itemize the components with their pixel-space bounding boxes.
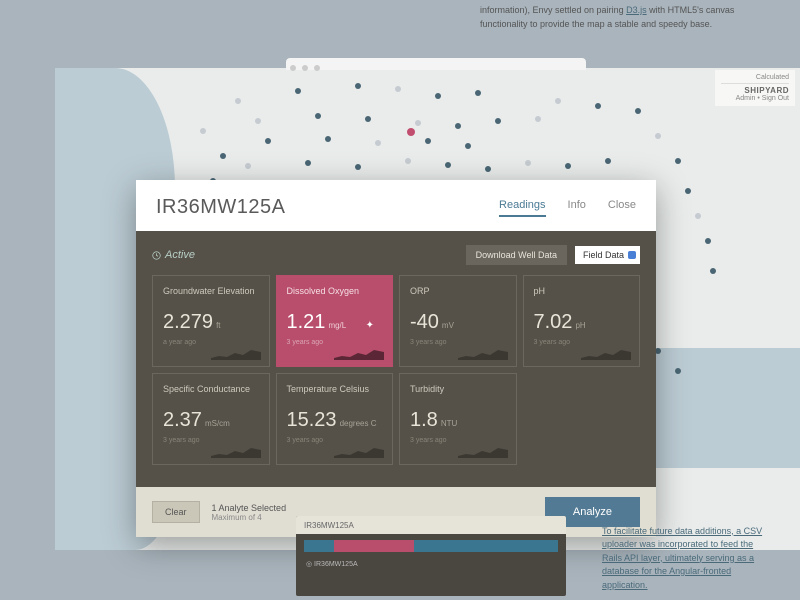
analyte-card[interactable]: Dissolved Oxygen 1.21mg/L 3 years ago ✦ bbox=[276, 275, 394, 367]
modal-header: IR36MW125A Readings Info Close bbox=[136, 180, 656, 231]
sparkline-icon bbox=[458, 346, 508, 360]
analyte-card[interactable]: Temperature Celsius 15.23degrees C 3 years… bbox=[276, 373, 394, 465]
mini-title: IR36MW125A bbox=[296, 516, 566, 534]
background-paragraph: information), Envy settled on pairing D3… bbox=[480, 4, 760, 31]
sparkline-icon bbox=[211, 444, 261, 458]
card-value: -40 bbox=[410, 311, 439, 333]
clear-button[interactable]: Clear bbox=[152, 501, 200, 523]
card-time: 3 years ago bbox=[534, 339, 630, 346]
sparkline-icon bbox=[334, 346, 384, 360]
card-title: Groundwater Elevation bbox=[163, 286, 259, 296]
card-time: 3 years ago bbox=[287, 339, 383, 346]
tab-close[interactable]: Close bbox=[608, 199, 636, 217]
field-data-select[interactable]: Field Data bbox=[575, 246, 640, 264]
card-value: 1.8 bbox=[410, 409, 438, 431]
card-title: Temperature Celsius bbox=[287, 384, 383, 394]
card-time: 3 years ago bbox=[410, 339, 506, 346]
modal-body: Active Download Well Data Field Data Gro… bbox=[136, 231, 656, 487]
status-badge: Active bbox=[152, 249, 195, 261]
sparkline-icon bbox=[581, 346, 631, 360]
card-time: 3 years ago bbox=[163, 437, 259, 444]
card-grid: Groundwater Elevation 2.279ft a year ago Di… bbox=[152, 275, 640, 465]
analyte-card[interactable]: Turbidity 1.8NTU 3 years ago bbox=[399, 373, 517, 465]
card-time: 3 years ago bbox=[287, 437, 383, 444]
card-unit: mS/cm bbox=[205, 419, 230, 428]
card-unit: ft bbox=[216, 321, 220, 330]
sparkline-icon bbox=[334, 444, 384, 458]
card-title: Turbidity bbox=[410, 384, 506, 394]
card-unit: mg/L bbox=[328, 321, 346, 330]
card-title: Specific Conductance bbox=[163, 384, 259, 394]
card-value: 15.23 bbox=[287, 409, 337, 431]
card-title: Dissolved Oxygen bbox=[287, 286, 383, 296]
mini-window: IR36MW125A ◎ IR36MW125A bbox=[296, 516, 566, 596]
card-value: 2.37 bbox=[163, 409, 202, 431]
card-unit: NTU bbox=[441, 419, 457, 428]
analyte-card[interactable]: Specific Conductance 2.37mS/cm 3 years ago bbox=[152, 373, 270, 465]
sparkline-icon bbox=[211, 346, 261, 360]
brand-label: SHIPYARD bbox=[744, 86, 789, 95]
analyte-card[interactable]: Groundwater Elevation 2.279ft a year ago bbox=[152, 275, 270, 367]
tab-info[interactable]: Info bbox=[568, 199, 586, 217]
cursor-icon: ✦ bbox=[366, 320, 374, 331]
top-right-header: Calculated SHIPYARD Admin • Sign Out bbox=[715, 70, 795, 106]
d3-link[interactable]: D3.js bbox=[626, 5, 647, 15]
angular-link[interactable]: Angular bbox=[669, 566, 700, 576]
admin-signout[interactable]: Admin • Sign Out bbox=[736, 95, 789, 102]
card-value: 2.279 bbox=[163, 311, 213, 333]
card-title: ORP bbox=[410, 286, 506, 296]
analyte-card[interactable]: pH7.02pH3 years ago bbox=[523, 275, 641, 367]
card-time: 3 years ago bbox=[410, 437, 506, 444]
card-unit: degrees C bbox=[340, 419, 377, 428]
browser-chrome bbox=[286, 58, 586, 70]
well-modal: IR36MW125A Readings Info Close Active Do… bbox=[136, 180, 656, 537]
card-unit: pH bbox=[575, 321, 585, 330]
modal-tabs: Readings Info Close bbox=[499, 199, 636, 217]
download-button[interactable]: Download Well Data bbox=[466, 245, 567, 265]
card-time: a year ago bbox=[163, 339, 259, 346]
tab-readings[interactable]: Readings bbox=[499, 199, 545, 217]
card-title: pH bbox=[534, 286, 630, 296]
selection-info: 1 Analyte Selected Maximum of 4 bbox=[212, 503, 287, 522]
card-value: 7.02 bbox=[534, 311, 573, 333]
analyte-card[interactable]: ORP -40mV 3 years ago bbox=[399, 275, 517, 367]
mini-row: ◎ IR36MW125A bbox=[296, 558, 566, 570]
modal-title: IR36MW125A bbox=[156, 196, 286, 219]
card-unit: mV bbox=[442, 321, 454, 330]
sparkline-icon bbox=[458, 444, 508, 458]
bottom-right-paragraph: To facilitate future data additions, a C… bbox=[602, 525, 772, 593]
calculated-label: Calculated bbox=[721, 74, 789, 84]
card-value: 1.21 bbox=[287, 311, 326, 333]
clock-icon bbox=[152, 251, 161, 260]
